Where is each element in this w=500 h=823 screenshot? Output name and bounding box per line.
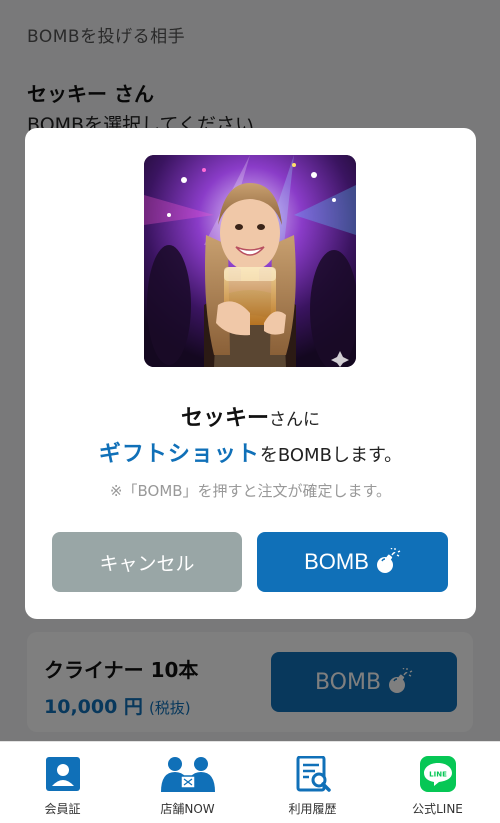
nav-label-line: 公式LINE [412, 802, 463, 816]
nav-label-history: 利用履歴 [288, 802, 337, 816]
confirm-product-suffix: をBOMBします。 [259, 445, 403, 466]
member-card-icon [43, 754, 83, 794]
bomb-button-label: BOMB [304, 549, 369, 574]
confirm-product-name: ギフトショット [98, 442, 260, 467]
nav-item-member-card[interactable]: 会員証 [0, 742, 125, 823]
confirm-recipient-suffix: さんに [269, 410, 320, 430]
confirm-recipient-name: セッキー [180, 406, 269, 431]
order-note: ※「BOMB」を押すと注文が確定します。 [109, 482, 392, 500]
nav-label-store-now: 店舗NOW [160, 802, 215, 816]
nav-item-line[interactable]: LINE 公式LINE [375, 742, 500, 823]
bottom-nav: 会員証 店舗NOW 利用履歴 LINE 公式LINE [0, 741, 500, 823]
store-now-icon [158, 754, 218, 794]
svg-text:LINE: LINE [429, 771, 447, 779]
bomb-confirm-modal: セッキーさんに ギフトショットをBOMBします。 ※「BOMB」を押すと注文が確… [25, 128, 476, 619]
confirm-recipient-line: セッキーさんに [25, 400, 476, 432]
gift-shot-photo [144, 155, 356, 367]
nav-item-history[interactable]: 利用履歴 [250, 742, 375, 823]
nav-label-member-card: 会員証 [44, 802, 81, 816]
cancel-button[interactable]: キャンセル [52, 532, 242, 592]
confirm-product-line: ギフトショットをBOMBします。 [25, 436, 476, 468]
bomb-button[interactable]: BOMB [257, 532, 448, 592]
line-icon: LINE [418, 754, 458, 794]
history-icon [293, 754, 333, 794]
nav-item-store-now[interactable]: 店舗NOW [125, 742, 250, 823]
bomb-icon [376, 548, 401, 573]
